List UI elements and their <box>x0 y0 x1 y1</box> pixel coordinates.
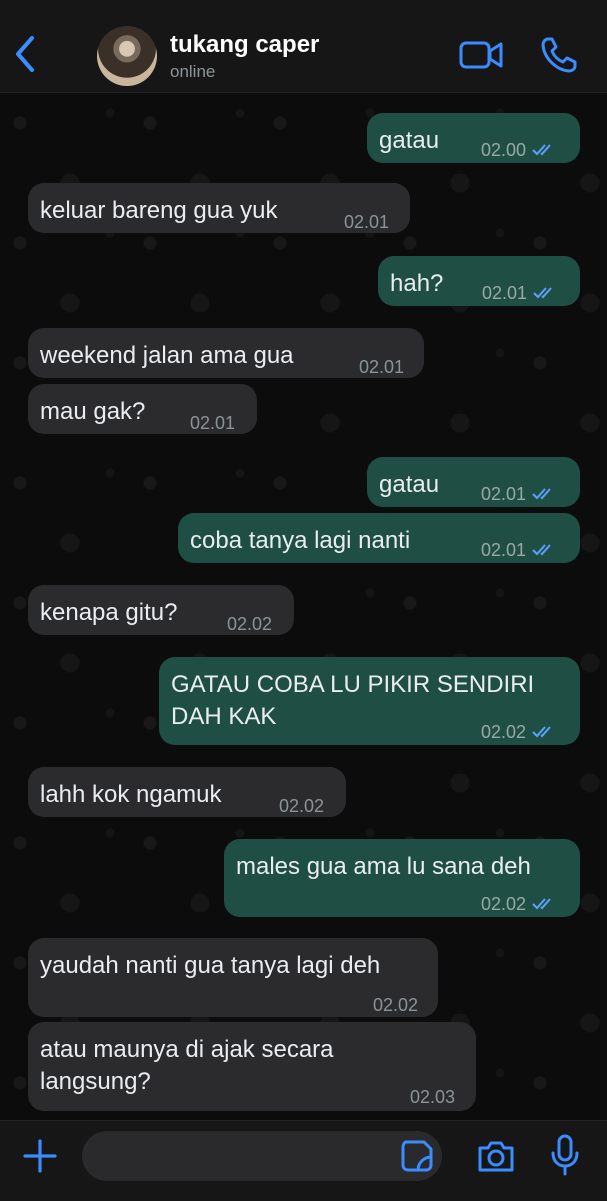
message-time: 02.01 <box>481 534 558 566</box>
message-incoming[interactable]: yaudah nanti gua tanya lagi deh 02.02 <box>28 938 438 1017</box>
contact-status: online <box>170 62 216 81</box>
read-ticks-icon <box>532 488 551 500</box>
read-ticks-icon <box>533 287 552 299</box>
message-text: coba tanya lagi nanti <box>190 527 411 554</box>
message-text: mau gak? <box>40 398 146 425</box>
contact-name[interactable]: tukang caper <box>170 31 319 59</box>
message-time: 02.00 <box>481 134 558 166</box>
message-text: yaudah nanti gua tanya lagi deh <box>40 952 381 979</box>
message-text: gatau <box>379 471 440 498</box>
message-outgoing[interactable]: gatau 02.00 <box>367 113 580 163</box>
message-time: 02.02 <box>227 614 273 634</box>
message-incoming[interactable]: keluar bareng gua yuk 02.01 <box>28 183 410 233</box>
message-outgoing[interactable]: gatau 02.01 <box>367 457 580 507</box>
read-ticks-icon <box>532 898 551 910</box>
message-text: males gua ama lu sana deh <box>236 853 531 880</box>
back-chevron-icon[interactable] <box>10 34 40 74</box>
message-incoming[interactable]: atau maunya di ajak secara langsung? 02.… <box>28 1022 476 1111</box>
avatar[interactable] <box>97 26 157 86</box>
message-text: keluar bareng gua yuk <box>40 197 278 224</box>
message-outgoing[interactable]: hah? 02.01 <box>378 256 580 306</box>
message-text: gatau <box>379 127 440 154</box>
message-time: 02.01 <box>190 413 236 433</box>
message-time: 02.01 <box>481 478 558 510</box>
message-time: 02.02 <box>373 995 419 1015</box>
plus-icon[interactable] <box>22 1138 58 1174</box>
chat-header: tukang caper online <box>0 0 607 93</box>
message-text: kenapa gitu? <box>40 599 178 626</box>
read-ticks-icon <box>532 544 551 556</box>
message-incoming[interactable]: mau gak? 02.01 <box>28 384 257 434</box>
message-time: 02.03 <box>410 1087 456 1107</box>
message-time: 02.01 <box>359 357 405 377</box>
message-time: 02.02 <box>481 716 558 748</box>
message-input[interactable] <box>82 1131 442 1181</box>
message-text-line-2: langsung? <box>40 1068 151 1095</box>
video-call-icon[interactable] <box>459 38 503 72</box>
message-text: weekend jalan ama gua <box>40 342 294 369</box>
message-time: 02.02 <box>279 796 325 816</box>
message-text-line-2: DAH KAK <box>171 703 277 730</box>
message-text: atau maunya di ajak secara <box>40 1036 334 1063</box>
read-ticks-icon <box>532 726 551 738</box>
message-text: GATAU COBA LU PIKIR SENDIRI <box>171 671 535 698</box>
message-outgoing[interactable]: GATAU COBA LU PIKIR SENDIRI DAH KAK 02.0… <box>159 657 580 745</box>
message-outgoing[interactable]: males gua ama lu sana deh 02.02 <box>224 839 580 917</box>
sticker-icon[interactable] <box>400 1139 434 1173</box>
message-time: 02.02 <box>481 888 558 920</box>
message-incoming[interactable]: weekend jalan ama gua 02.01 <box>28 328 424 378</box>
message-outgoing[interactable]: coba tanya lagi nanti 02.01 <box>178 513 580 563</box>
message-text: lahh kok ngamuk <box>40 781 222 808</box>
message-time: 02.01 <box>482 277 559 309</box>
camera-icon[interactable] <box>476 1138 516 1174</box>
message-incoming[interactable]: lahh kok ngamuk 02.02 <box>28 767 346 817</box>
read-ticks-icon <box>532 144 551 156</box>
message-text: hah? <box>390 270 444 297</box>
message-incoming[interactable]: kenapa gitu? 02.02 <box>28 585 294 635</box>
message-time: 02.01 <box>344 212 390 232</box>
microphone-icon[interactable] <box>550 1134 580 1176</box>
chat-area[interactable]: gatau 02.00 keluar bareng gua yuk 02.01 … <box>0 93 607 1120</box>
voice-call-icon[interactable] <box>540 36 578 74</box>
